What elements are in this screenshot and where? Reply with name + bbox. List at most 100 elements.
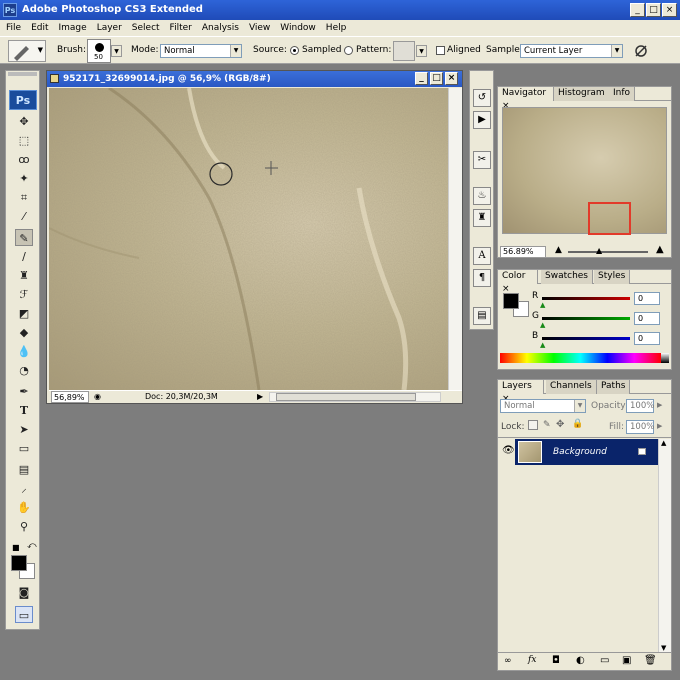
shape-tool-icon[interactable]: ▭ <box>15 440 33 457</box>
navigator-view-box[interactable] <box>588 202 631 235</box>
tab-channels[interactable]: Channels <box>546 380 597 394</box>
fill-field[interactable]: 100% <box>626 420 654 434</box>
healing-brush-tool-icon[interactable]: ✎ <box>15 229 33 246</box>
red-slider[interactable] <box>542 297 630 300</box>
lasso-tool-icon[interactable]: ꝏ <box>15 151 33 168</box>
lock-all-icon[interactable]: 🔒 <box>572 419 583 429</box>
tab-info[interactable]: Info <box>609 87 636 101</box>
move-tool-icon[interactable]: ✥ <box>15 113 33 130</box>
pattern-dropdown-arrow[interactable]: ▼ <box>416 45 427 57</box>
color-spectrum-ramp[interactable] <box>500 353 661 363</box>
brushes-panel-icon[interactable]: ♨ <box>473 187 491 205</box>
pen-tool-icon[interactable]: ✒ <box>15 383 33 400</box>
zoom-tool-icon[interactable]: ⚲ <box>15 518 33 535</box>
sample-select[interactable]: Current Layer ▼ <box>520 44 623 58</box>
opacity-field[interactable]: 100% <box>626 399 654 413</box>
new-group-icon[interactable]: ▭ <box>600 655 609 666</box>
link-layers-icon[interactable]: ∞ <box>504 656 512 666</box>
status-menu-icon[interactable]: ◉ <box>94 391 101 403</box>
magic-wand-tool-icon[interactable]: ✦ <box>15 170 33 187</box>
tool-preset-picker[interactable]: ▼ <box>8 40 46 62</box>
menu-analysis[interactable]: Analysis <box>202 23 239 33</box>
paragraph-panel-icon[interactable]: ¶ <box>473 269 491 287</box>
photoshop-logo-button[interactable]: Ps <box>9 90 37 110</box>
actions-panel-icon[interactable]: ▶ <box>473 111 491 129</box>
menu-edit[interactable]: Edit <box>31 23 48 33</box>
tab-paths[interactable]: Paths <box>597 380 631 394</box>
notes-tool-icon[interactable]: ▤ <box>15 461 33 478</box>
history-panel-icon[interactable]: ↺ <box>473 89 491 107</box>
quick-mask-icon[interactable]: ◙ <box>15 584 33 601</box>
foreground-color-swatch[interactable] <box>11 555 27 571</box>
red-slider-thumb[interactable]: ▲ <box>540 301 545 309</box>
menu-filter[interactable]: Filter <box>170 23 192 33</box>
pattern-radio[interactable] <box>344 46 353 55</box>
paint-bucket-tool-icon[interactable]: ◆ <box>15 324 33 341</box>
lock-transparency-icon[interactable] <box>528 420 538 430</box>
hand-tool-icon[interactable]: ✋ <box>15 499 33 516</box>
screen-mode-icon[interactable]: ▭ <box>15 606 33 623</box>
tab-swatches[interactable]: Swatches <box>541 270 593 284</box>
menu-window[interactable]: Window <box>280 23 316 33</box>
layer-comps-icon[interactable]: ▤ <box>473 307 491 325</box>
navigator-zoom-slider[interactable] <box>568 251 648 253</box>
eyedropper-slice-tool-icon[interactable]: ⁄ <box>15 208 33 225</box>
zoom-in-icon[interactable]: ▲ <box>656 244 664 255</box>
blue-value[interactable]: 0 <box>634 332 660 345</box>
menu-image[interactable]: Image <box>59 23 87 33</box>
green-slider-thumb[interactable]: ▲ <box>540 321 545 329</box>
color-foreground-swatch[interactable] <box>503 293 519 309</box>
menu-layer[interactable]: Layer <box>97 23 122 33</box>
blue-slider[interactable] <box>542 337 630 340</box>
new-layer-icon[interactable]: ▣ <box>622 655 631 666</box>
layers-scrollbar[interactable]: ▲ ▼ <box>658 439 671 652</box>
zoom-slider-thumb[interactable]: ▲ <box>596 246 602 255</box>
doc-minimize-button[interactable]: _ <box>415 72 428 85</box>
menu-help[interactable]: Help <box>326 23 347 33</box>
ignore-adjustment-layers-icon[interactable] <box>634 44 648 58</box>
blur-tool-icon[interactable]: 💧 <box>15 343 33 360</box>
lock-pixels-icon[interactable]: ✎ <box>543 420 551 430</box>
layer-style-icon[interactable]: fx <box>528 655 536 665</box>
maximize-button[interactable]: □ <box>646 3 661 17</box>
clone-stamp-tool-icon[interactable]: ♜ <box>15 267 33 284</box>
aligned-checkbox[interactable] <box>436 46 445 55</box>
sampled-radio[interactable] <box>290 46 299 55</box>
blend-mode-select[interactable]: Normal ▼ <box>500 399 586 413</box>
horizontal-scrollbar[interactable] <box>269 392 441 402</box>
menu-file[interactable]: File <box>6 23 21 33</box>
document-title-bar[interactable]: 952171_32699014.jpg @ 56,9% (RGB/8#) _ □… <box>47 71 462 87</box>
swap-colors-icon[interactable]: ⤺ <box>27 541 37 551</box>
type-tool-icon[interactable]: T <box>15 402 33 419</box>
green-slider[interactable] <box>542 317 630 320</box>
menu-view[interactable]: View <box>249 23 270 33</box>
black-white-ramp[interactable] <box>661 353 669 363</box>
path-selection-tool-icon[interactable]: ➤ <box>15 421 33 438</box>
doc-maximize-button[interactable]: □ <box>430 72 443 85</box>
image-canvas[interactable] <box>49 88 448 390</box>
layer-visibility-toggle[interactable]: 👁 <box>500 439 515 465</box>
tool-presets-icon[interactable]: ✂ <box>473 151 491 169</box>
layer-row-background[interactable]: Background <box>515 439 659 465</box>
crop-tool-icon[interactable]: ⌗ <box>15 189 33 206</box>
navigator-thumbnail[interactable] <box>502 107 667 235</box>
dodge-tool-icon[interactable]: ◔ <box>15 362 33 379</box>
green-value[interactable]: 0 <box>634 312 660 325</box>
brush-picker[interactable]: 50 <box>87 39 111 63</box>
brush-tool-icon[interactable]: ∕ <box>15 248 33 265</box>
clone-source-icon[interactable]: ♜ <box>473 209 491 227</box>
marquee-tool-icon[interactable]: ⬚ <box>15 132 33 149</box>
tab-layers[interactable]: Layers × <box>498 380 544 404</box>
vertical-scrollbar[interactable] <box>448 88 462 390</box>
character-panel-icon[interactable]: A <box>473 247 491 265</box>
toolbox-grip[interactable] <box>8 72 37 76</box>
tab-styles[interactable]: Styles <box>594 270 631 284</box>
blue-slider-thumb[interactable]: ▲ <box>540 341 545 349</box>
doc-close-button[interactable]: × <box>445 72 458 85</box>
tab-navigator[interactable]: Navigator × <box>498 87 554 111</box>
horizontal-scroll-thumb[interactable] <box>276 393 416 401</box>
layer-mask-icon[interactable]: ◘ <box>552 655 560 666</box>
close-button[interactable]: × <box>662 3 677 17</box>
delete-layer-icon[interactable]: 🗑 <box>644 655 657 666</box>
tab-color[interactable]: Color × <box>498 270 538 294</box>
